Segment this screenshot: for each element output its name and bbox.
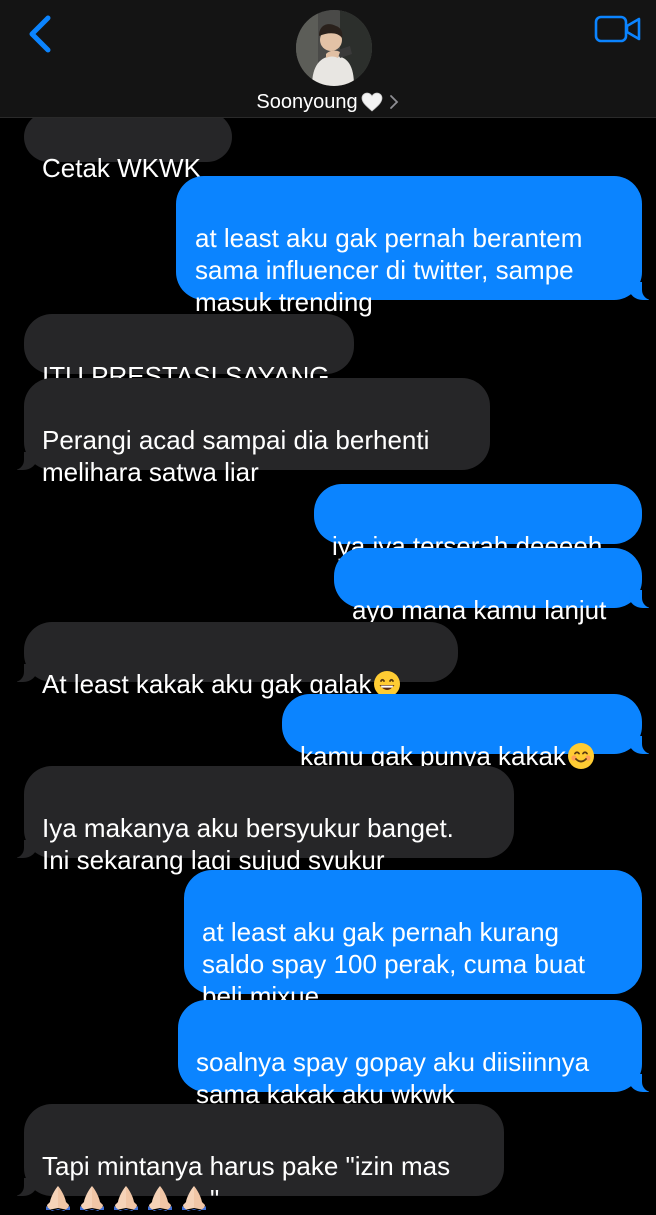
message-thread[interactable]: Cetak WKWK at least aku gak pernah beran…	[0, 0, 656, 1214]
contact-name: Soonyoung	[256, 90, 358, 113]
message-text: at least aku gak pernah kurang saldo spa…	[202, 917, 586, 1011]
message-text: soalnya spay gopay aku diisiinnya sama k…	[196, 1047, 590, 1109]
message-bubble-incoming[interactable]: Iya makanya aku bersyukur banget. Ini se…	[10, 766, 514, 875]
message-bubble-outgoing[interactable]: kamu gak punya kakak	[282, 694, 656, 771]
message-bubble-outgoing[interactable]: iya iya terserah deeeeh	[314, 484, 642, 561]
avatar[interactable]	[296, 10, 372, 86]
message-text: ayo mana kamu lanjut	[352, 595, 607, 625]
folded-hands-emoji	[114, 1186, 138, 1211]
message-text: Iya makanya aku bersyukur banget. Ini se…	[42, 813, 454, 875]
message-text-end: "	[210, 1184, 220, 1214]
message-bubble-incoming[interactable]: ITU PRESTASI SAYANG	[24, 314, 354, 391]
message-bubble-outgoing[interactable]: ayo mana kamu lanjut	[334, 548, 656, 625]
message-bubble-incoming[interactable]: Perangi acad sampai dia berhenti melihar…	[10, 378, 490, 487]
conversation-header: Soonyoung	[0, 0, 656, 118]
message-bubble-incoming[interactable]: At least kakak aku gak galak	[10, 622, 458, 699]
chevron-right-icon	[389, 95, 398, 109]
message-text: Perangi acad sampai dia berhenti melihar…	[42, 425, 430, 487]
folded-hands-emoji	[80, 1186, 104, 1211]
message-bubble-incoming[interactable]: Tapi mintanya harus pake "izin mas "	[10, 1104, 504, 1214]
message-text: Cetak WKWK	[42, 153, 201, 183]
white-heart-icon	[361, 92, 382, 112]
message-bubble-incoming[interactable]: Cetak WKWK	[24, 112, 232, 183]
avatar-photo	[296, 10, 372, 86]
folded-hands-emoji-row	[42, 1182, 210, 1212]
video-camera-icon[interactable]	[594, 14, 642, 44]
folded-hands-emoji	[46, 1186, 70, 1211]
message-bubble-outgoing[interactable]: soalnya spay gopay aku diisiinnya sama k…	[178, 1000, 656, 1109]
message-bubble-outgoing[interactable]: at least aku gak pernah berantem sama in…	[176, 176, 656, 317]
folded-hands-emoji	[182, 1186, 206, 1211]
contact-name-button[interactable]: Soonyoung	[0, 88, 656, 116]
message-text: Tapi mintanya harus pake "izin mas	[42, 1151, 451, 1181]
chevron-left-icon[interactable]	[22, 12, 62, 56]
message-text: at least aku gak pernah berantem sama in…	[195, 223, 583, 317]
message-bubble-outgoing[interactable]: at least aku gak pernah kurang saldo spa…	[184, 870, 642, 1011]
smiling-face-emoji	[567, 743, 594, 769]
folded-hands-emoji	[148, 1186, 172, 1211]
